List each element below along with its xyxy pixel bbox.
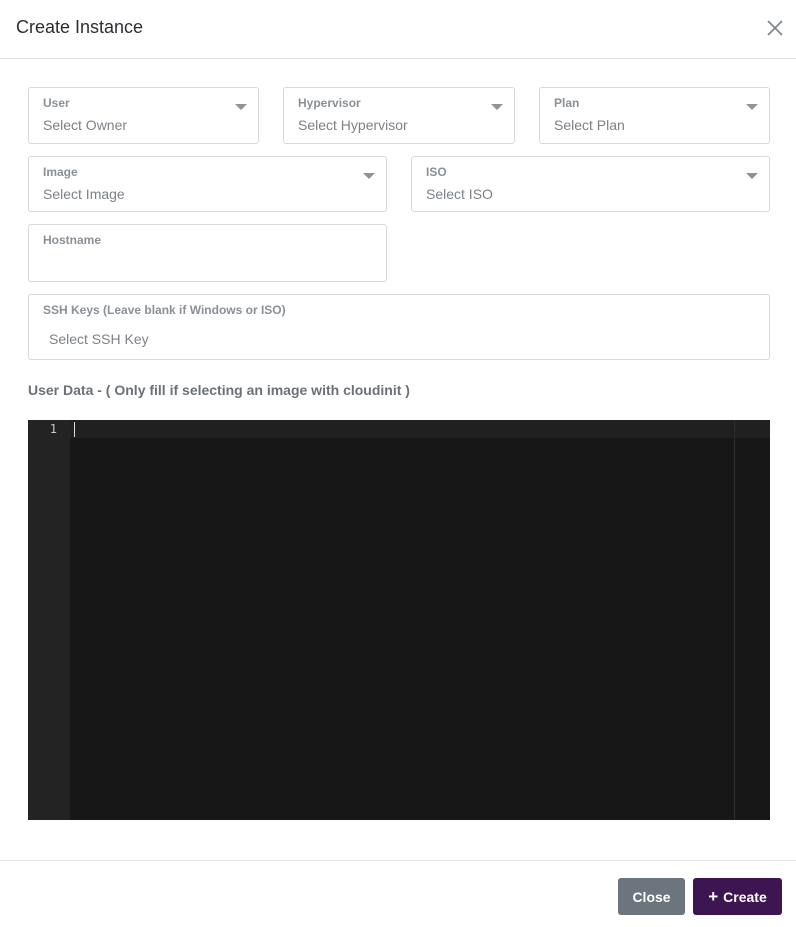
image-select[interactable]: Image Select Image [28,156,387,212]
hypervisor-select[interactable]: Hypervisor Select Hypervisor [283,87,515,144]
iso-placeholder: Select ISO [426,186,493,202]
line-number: 1 [49,422,57,436]
image-placeholder: Select Image [43,186,125,202]
hostname-field[interactable]: Hostname [28,224,387,282]
iso-label: ISO [426,165,447,179]
ssh-keys-placeholder: Select SSH Key [49,331,149,347]
plan-select[interactable]: Plan Select Plan [539,87,770,144]
create-button[interactable]: + Create [693,878,782,915]
iso-select[interactable]: ISO Select ISO [411,156,770,212]
chevron-down-icon [746,104,758,110]
user-data-editor[interactable]: 1 [28,420,770,820]
plan-label: Plan [554,96,580,110]
hostname-label: Hostname [43,233,102,247]
hypervisor-label: Hypervisor [298,96,361,110]
close-icon[interactable] [764,17,786,39]
chevron-down-icon [235,104,247,110]
plan-placeholder: Select Plan [554,117,625,133]
dialog-header: Create Instance [0,0,796,59]
chevron-down-icon [746,173,758,179]
create-button-label: Create [723,888,767,905]
user-select[interactable]: User Select Owner [28,87,259,144]
plus-icon: + [708,887,719,906]
user-label: User [43,96,70,110]
editor-gutter: 1 [28,420,70,820]
active-line-highlight [70,420,770,438]
chevron-down-icon [363,173,375,179]
dialog-title: Create Instance [16,17,144,37]
chevron-down-icon [491,104,503,110]
user-placeholder: Select Owner [43,117,128,133]
text-cursor [74,422,75,437]
print-margin [734,420,735,820]
hypervisor-placeholder: Select Hypervisor [298,117,408,133]
close-button[interactable]: Close [618,878,685,915]
user-data-label: User Data - ( Only fill if selecting an … [28,382,410,398]
image-label: Image [43,165,78,179]
ssh-keys-label: SSH Keys (Leave blank if Windows or ISO) [43,303,286,317]
dialog-footer: Close + Create [0,860,796,927]
ssh-keys-select[interactable]: SSH Keys (Leave blank if Windows or ISO)… [28,294,770,360]
create-instance-dialog: Create Instance User Select Owner Hyperv… [0,0,796,927]
